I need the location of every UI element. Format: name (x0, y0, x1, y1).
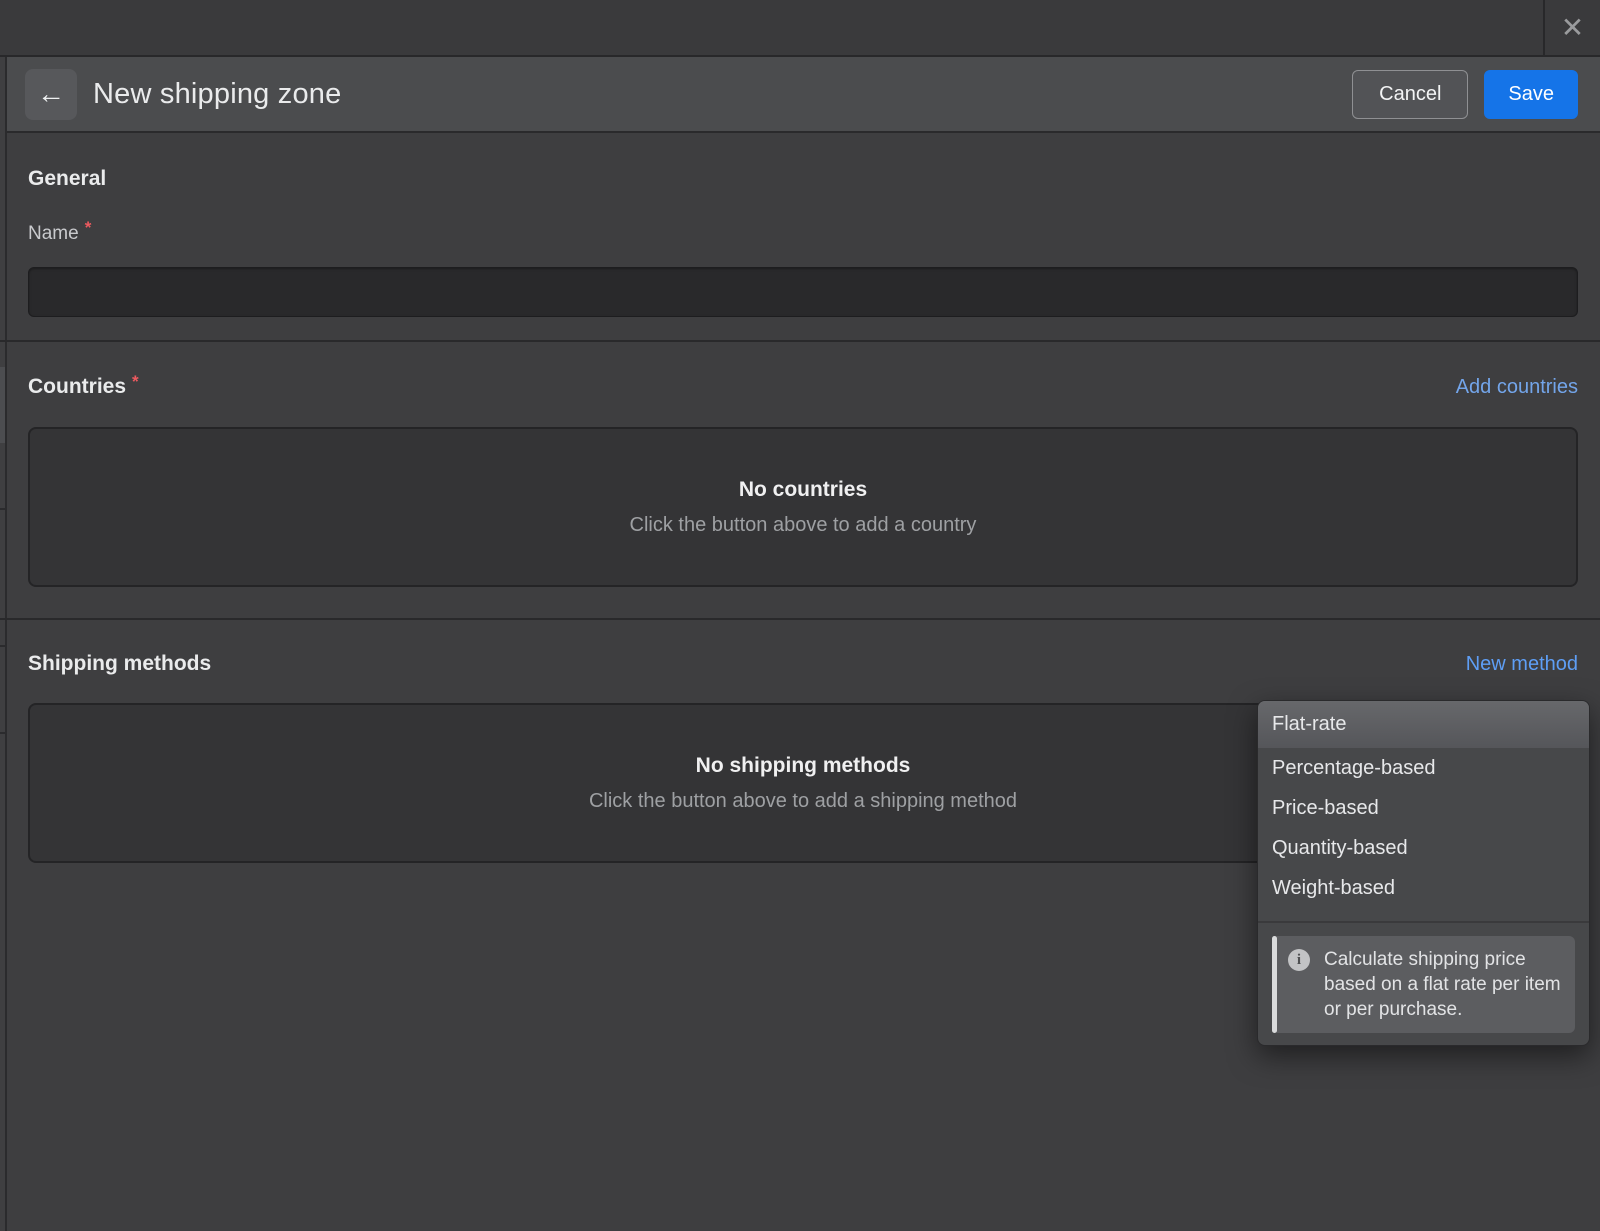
general-heading: General (28, 167, 1578, 191)
countries-heading-text: Countries (28, 375, 126, 398)
back-button[interactable]: ← (25, 69, 77, 120)
cancel-button[interactable]: Cancel (1352, 70, 1468, 119)
countries-empty-state: No countries Click the button above to a… (28, 427, 1578, 587)
name-input[interactable] (28, 267, 1578, 317)
method-info-box: i Calculate shipping price based on a fl… (1272, 936, 1575, 1033)
back-arrow-icon: ← (37, 80, 65, 108)
method-type-list: Flat-ratePercentage-basedPrice-basedQuan… (1258, 701, 1589, 908)
new-method-link[interactable]: New method (1466, 653, 1578, 676)
window-top-bar: ✕ (0, 0, 1600, 57)
dropdown-item-flat-rate[interactable]: Flat-rate (1258, 701, 1589, 748)
modal-header: ← New shipping zone Cancel Save (0, 57, 1600, 133)
shipping-methods-heading: Shipping methods (28, 652, 211, 676)
section-countries: Countries * Add countries No countries Cl… (0, 342, 1600, 587)
shipping-methods-empty-subtitle: Click the button above to add a shipping… (589, 790, 1017, 813)
required-asterisk: * (85, 218, 92, 237)
dropdown-item-quantity-based[interactable]: Quantity-based (1258, 828, 1589, 868)
required-asterisk: * (132, 372, 139, 391)
countries-heading: Countries * (28, 372, 139, 399)
save-button[interactable]: Save (1484, 70, 1578, 119)
shipping-methods-empty-title: No shipping methods (696, 754, 911, 778)
general-heading-text: General (28, 167, 106, 190)
dropdown-item-percentage-based[interactable]: Percentage-based (1258, 748, 1589, 788)
close-button[interactable]: ✕ (1543, 0, 1600, 55)
name-label-row: Name * (28, 218, 1578, 245)
dropdown-divider (1258, 921, 1589, 923)
dropdown-item-weight-based[interactable]: Weight-based (1258, 868, 1589, 908)
section-general: General Name * (0, 133, 1600, 317)
countries-empty-title: No countries (739, 478, 867, 502)
page-title: New shipping zone (93, 78, 341, 111)
add-countries-link[interactable]: Add countries (1456, 376, 1578, 399)
method-type-dropdown: Flat-ratePercentage-basedPrice-basedQuan… (1257, 700, 1590, 1046)
dropdown-item-price-based[interactable]: Price-based (1258, 788, 1589, 828)
method-info-text: Calculate shipping price based on a flat… (1324, 949, 1561, 1020)
name-label: Name (28, 223, 79, 244)
close-icon: ✕ (1561, 14, 1584, 42)
countries-empty-subtitle: Click the button above to add a country (630, 514, 977, 537)
info-icon: i (1288, 949, 1310, 971)
